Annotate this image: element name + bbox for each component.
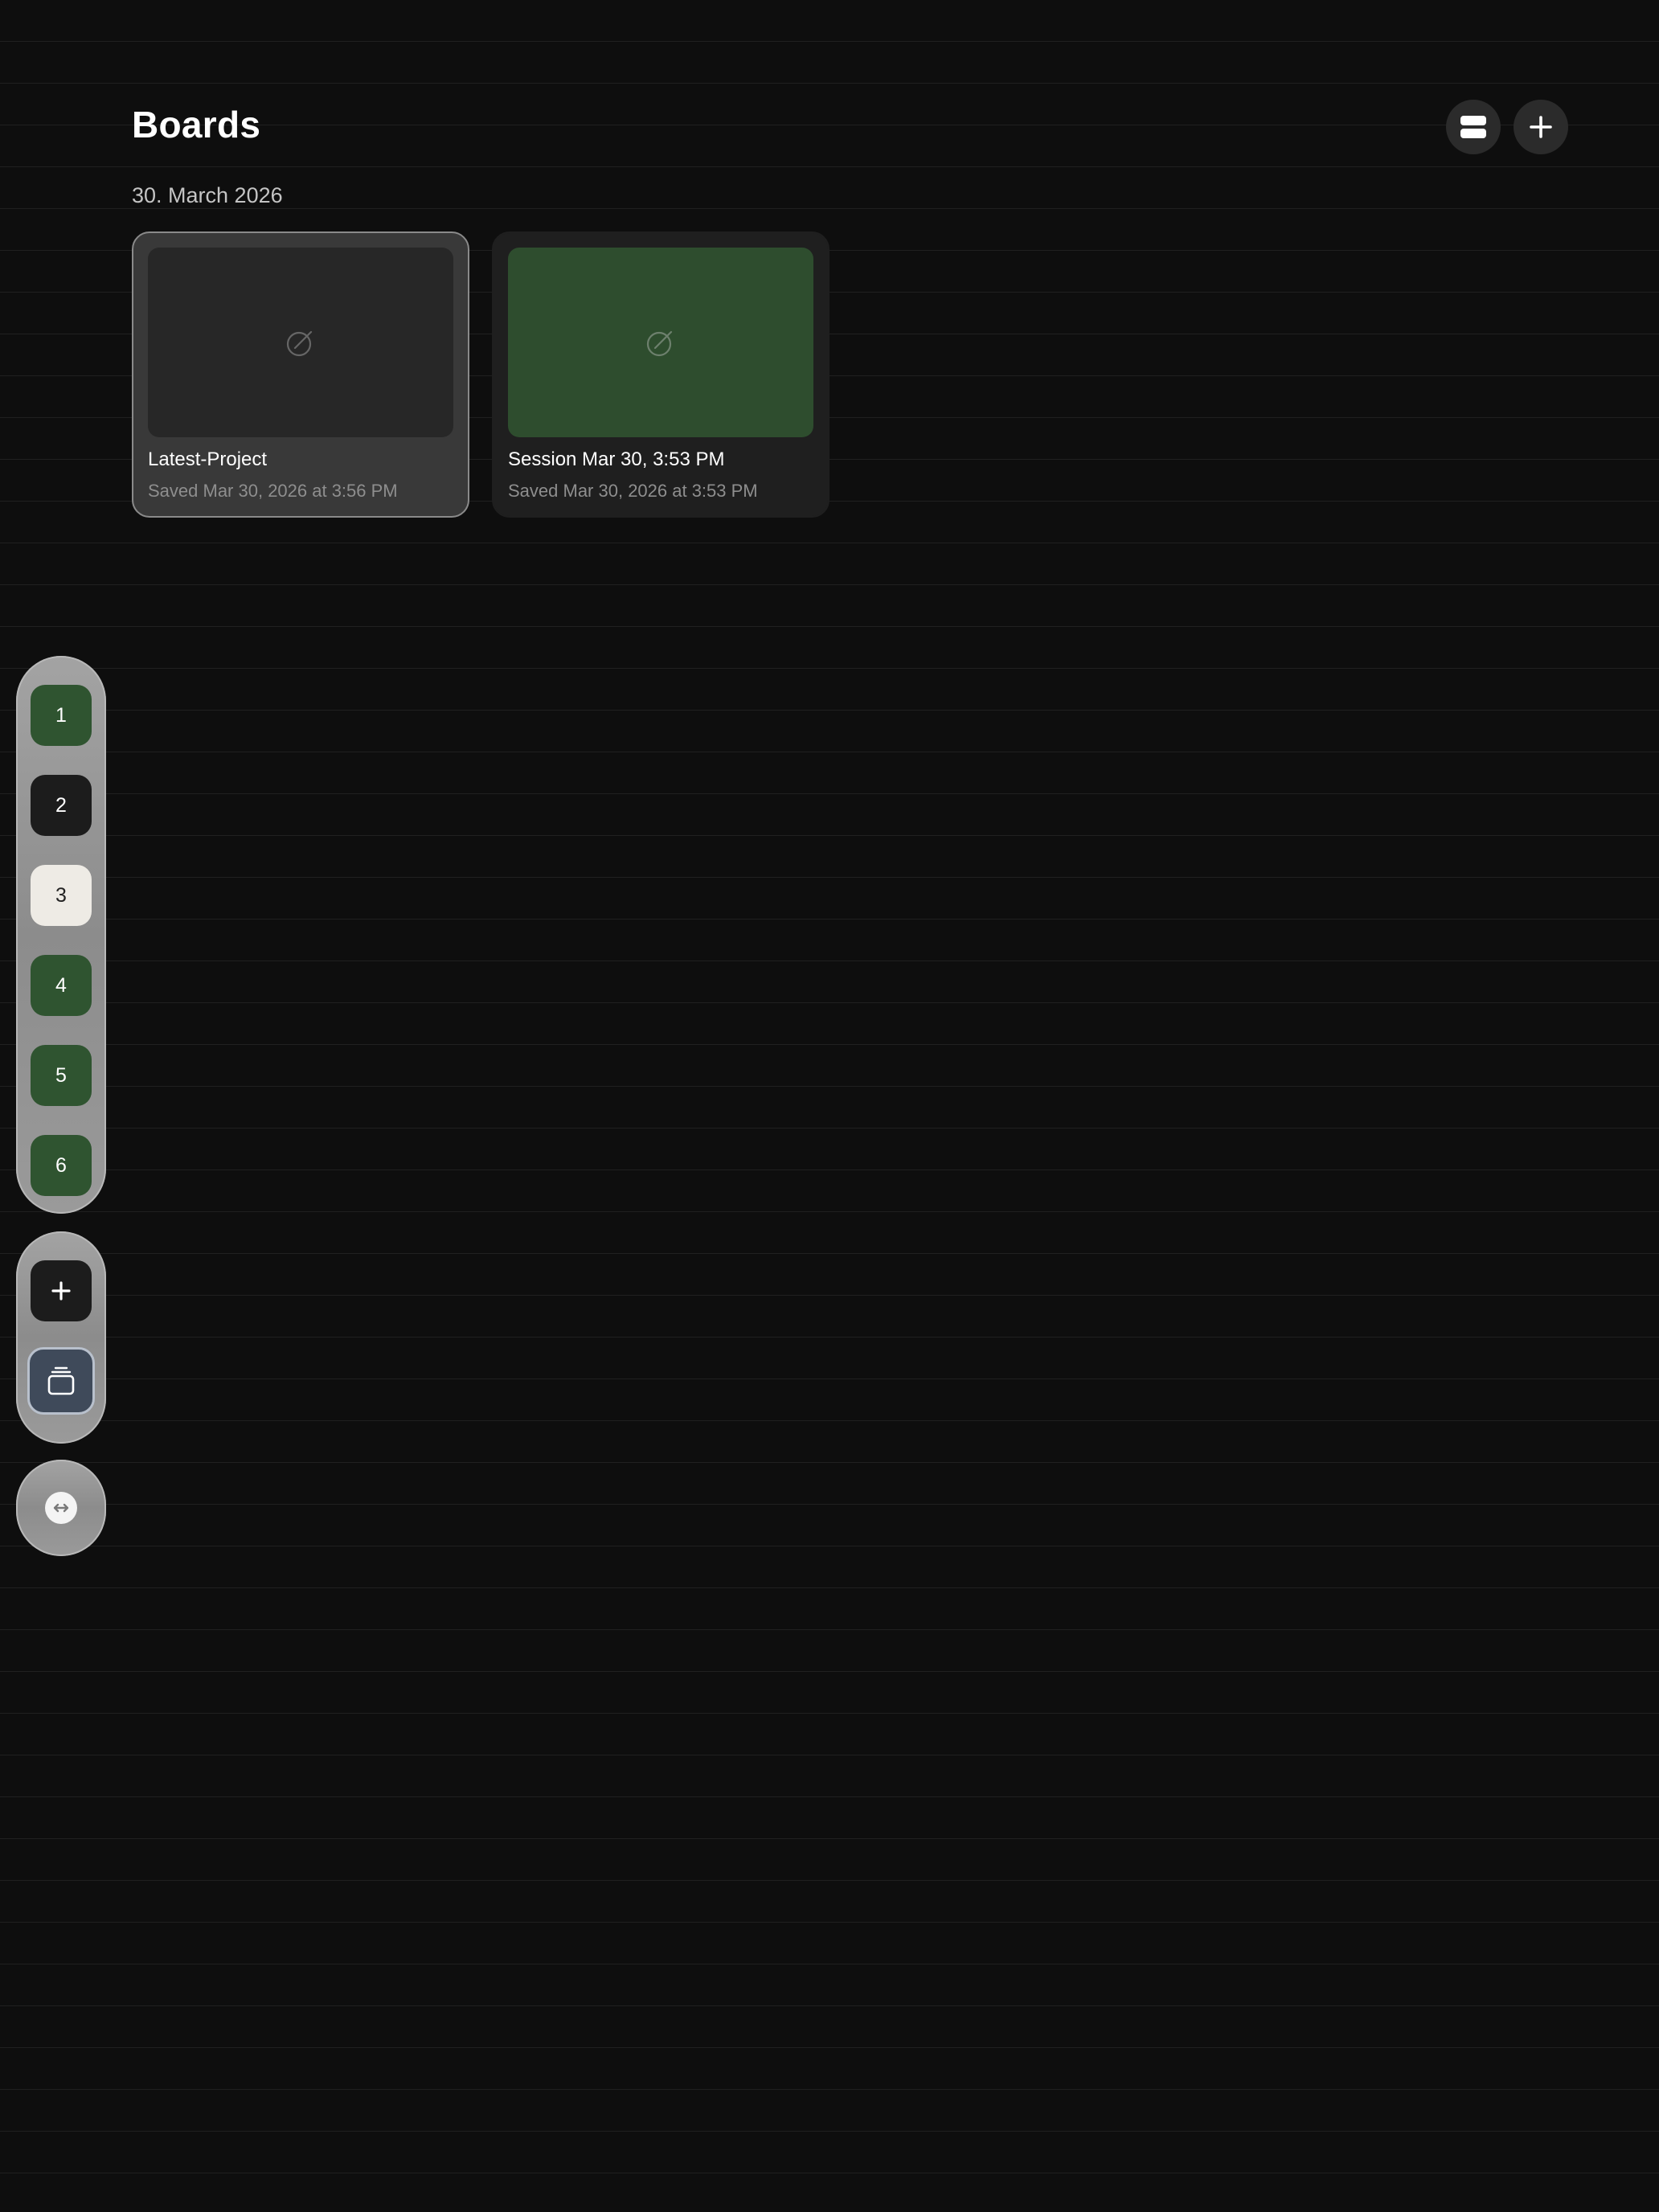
page-button-3[interactable]: 3 bbox=[31, 865, 92, 926]
swap-control[interactable] bbox=[16, 1460, 106, 1556]
page-rail: 1 2 3 4 5 6 bbox=[16, 656, 106, 1214]
add-page-button[interactable] bbox=[31, 1260, 92, 1321]
boards-button[interactable] bbox=[27, 1347, 95, 1415]
boards-screen: Boards 30. March 2026 Latest-Project Sav… bbox=[0, 0, 1659, 2212]
board-saved-time: Saved Mar 30, 2026 at 3:53 PM bbox=[508, 481, 758, 501]
rows-icon bbox=[1460, 116, 1486, 138]
page-button-2[interactable]: 2 bbox=[31, 775, 92, 836]
plus-icon bbox=[1530, 116, 1552, 138]
page-title: Boards bbox=[132, 104, 261, 145]
board-name: Latest-Project bbox=[148, 449, 268, 470]
board-thumbnail bbox=[508, 248, 813, 437]
board-card[interactable]: Session Mar 30, 3:53 PM Saved Mar 30, 20… bbox=[492, 231, 830, 518]
board-saved-time: Saved Mar 30, 2026 at 3:56 PM bbox=[148, 481, 398, 501]
page-button-1[interactable]: 1 bbox=[31, 685, 92, 746]
layout-toggle-button[interactable] bbox=[1446, 100, 1501, 154]
section-date: 30. March 2026 bbox=[132, 183, 283, 207]
stack-icon bbox=[47, 1366, 75, 1395]
page-button-6[interactable]: 6 bbox=[31, 1135, 92, 1196]
page-button-4[interactable]: 4 bbox=[31, 955, 92, 1016]
board-thumbnail bbox=[148, 248, 453, 437]
board-name: Session Mar 30, 3:53 PM bbox=[508, 449, 725, 470]
board-card[interactable]: Latest-Project Saved Mar 30, 2026 at 3:5… bbox=[132, 231, 469, 518]
new-board-button[interactable] bbox=[1514, 100, 1568, 154]
no-preview-icon bbox=[646, 330, 673, 357]
action-rail bbox=[16, 1231, 106, 1444]
page-button-5[interactable]: 5 bbox=[31, 1045, 92, 1106]
no-preview-icon bbox=[286, 330, 313, 357]
plus-icon bbox=[51, 1281, 71, 1301]
swap-horizontal-icon bbox=[45, 1492, 77, 1524]
